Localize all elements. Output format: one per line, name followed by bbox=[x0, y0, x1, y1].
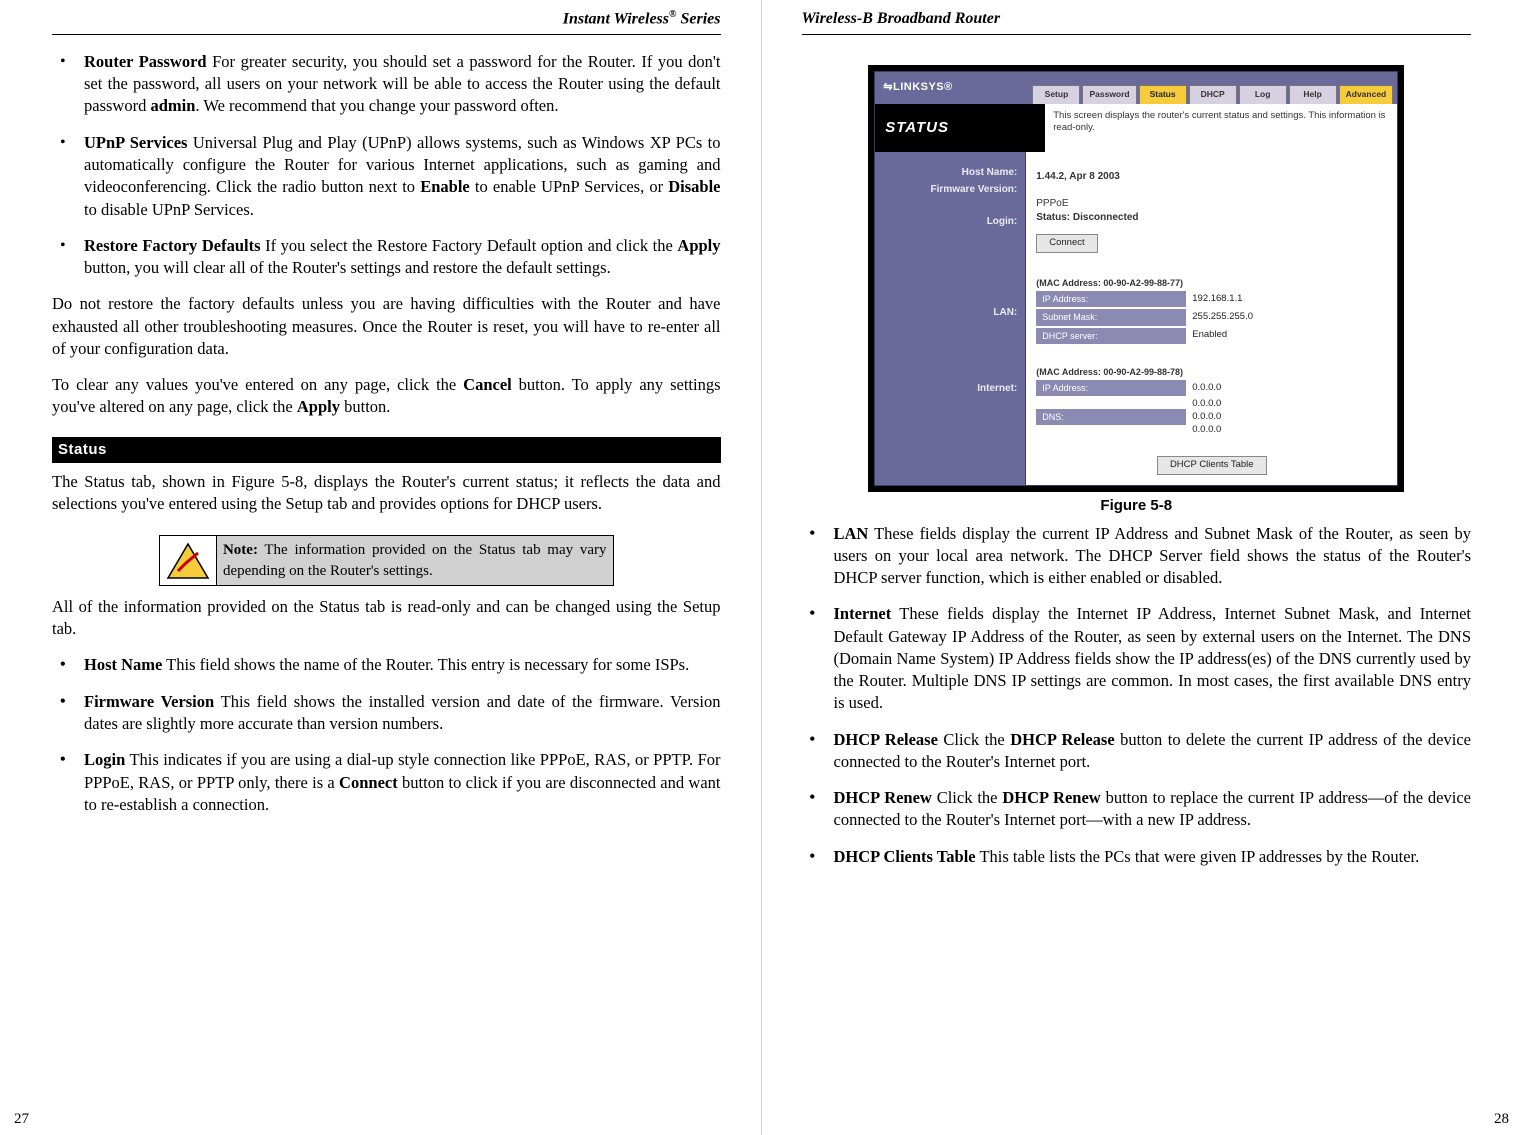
lan-mac: (MAC Address: 00-90-A2-99-88-77) bbox=[1036, 277, 1387, 289]
page-left: Instant Wireless® Series Router Password… bbox=[0, 0, 762, 1135]
page-number-left: 27 bbox=[14, 1109, 29, 1129]
wan-ip-label: IP Address: bbox=[1036, 380, 1186, 396]
bullet-list-1: Router Password For greater security, yo… bbox=[52, 51, 721, 279]
router-desc: This screen displays the router's curren… bbox=[1045, 104, 1397, 152]
bullet-host-name: Host Name This field shows the name of t… bbox=[52, 654, 721, 676]
page-number-right: 28 bbox=[1494, 1109, 1509, 1129]
dhcp-clients-button[interactable]: DHCP Clients Table bbox=[1157, 456, 1267, 475]
figure-caption: Figure 5-8 bbox=[802, 496, 1472, 516]
para-restore-warning: Do not restore the factory defaults unle… bbox=[52, 293, 721, 360]
wan-dns2: 0.0.0.0 bbox=[1192, 411, 1221, 424]
router-tabs: Setup Password Status DHCP Log Help Adva… bbox=[1032, 72, 1397, 104]
lan-sm-label: Subnet Mask: bbox=[1036, 309, 1186, 325]
page-right: Wireless-B Broadband Router ⇋ LINKSYS® S… bbox=[762, 0, 1523, 1135]
router-side-title: STATUS bbox=[875, 104, 1045, 152]
router-screenshot: ⇋ LINKSYS® Setup Password Status DHCP Lo… bbox=[868, 65, 1404, 493]
tab-setup[interactable]: Setup bbox=[1032, 85, 1080, 103]
bullet-list-2: Host Name This field shows the name of t… bbox=[52, 654, 721, 816]
wan-dns-label: DNS: bbox=[1036, 409, 1186, 425]
para-status-intro: The Status tab, shown in Figure 5-8, dis… bbox=[52, 471, 721, 516]
tab-advanced[interactable]: Advanced bbox=[1339, 85, 1394, 103]
header-rule-right bbox=[802, 34, 1472, 35]
para-readonly: All of the information provided on the S… bbox=[52, 596, 721, 641]
bullet-dhcp-clients: DHCP Clients Table This table lists the … bbox=[802, 846, 1472, 868]
wan-mac: (MAC Address: 00-90-A2-99-88-78) bbox=[1036, 366, 1387, 378]
bullet-restore: Restore Factory Defaults If you select t… bbox=[52, 235, 721, 280]
note-text: Note: The information provided on the St… bbox=[217, 536, 613, 585]
para-cancel-apply: To clear any values you've entered on an… bbox=[52, 374, 721, 419]
tab-password[interactable]: Password bbox=[1082, 85, 1136, 103]
val-fw: 1.44.2, Apr 8 2003 bbox=[1036, 170, 1387, 184]
tab-dhcp[interactable]: DHCP bbox=[1189, 85, 1237, 103]
wan-dns1: 0.0.0.0 bbox=[1192, 398, 1221, 411]
tab-status[interactable]: Status bbox=[1139, 85, 1187, 103]
header-left: Instant Wireless® Series bbox=[52, 8, 721, 32]
bullet-lan: LAN These fields display the current IP … bbox=[802, 523, 1472, 590]
section-bar-status: Status bbox=[52, 437, 721, 463]
val-login-type: PPPoE bbox=[1036, 197, 1387, 211]
bullet-list-right: LAN These fields display the current IP … bbox=[802, 523, 1472, 868]
bullet-router-password: Router Password For greater security, yo… bbox=[52, 51, 721, 118]
lbl-internet: Internet: bbox=[875, 380, 1017, 398]
lbl-host: Host Name: bbox=[875, 164, 1017, 182]
header-right: Wireless-B Broadband Router bbox=[802, 8, 1472, 32]
lan-ip-label: IP Address: bbox=[1036, 291, 1186, 307]
bullet-login: Login This indicates if you are using a … bbox=[52, 749, 721, 816]
wan-dns3: 0.0.0.0 bbox=[1192, 424, 1221, 437]
tab-log[interactable]: Log bbox=[1239, 85, 1287, 103]
bullet-upnp: UPnP Services Universal Plug and Play (U… bbox=[52, 132, 721, 221]
lan-sm-val: 255.255.255.0 bbox=[1192, 311, 1253, 324]
bullet-dhcp-release: DHCP Release Click the DHCP Release butt… bbox=[802, 729, 1472, 774]
bullet-internet: Internet These fields display the Intern… bbox=[802, 603, 1472, 714]
lan-ip-val: 192.168.1.1 bbox=[1192, 293, 1242, 306]
lan-dhcp-label: DHCP server: bbox=[1036, 328, 1186, 344]
header-rule bbox=[52, 34, 721, 35]
warning-icon bbox=[160, 536, 217, 585]
val-login-status: Status: Disconnected bbox=[1036, 211, 1387, 225]
lan-dhcp-val: Enabled bbox=[1192, 329, 1227, 342]
connect-button[interactable]: Connect bbox=[1036, 234, 1097, 253]
lbl-login: Login: bbox=[875, 213, 1017, 231]
note-box: Note: The information provided on the St… bbox=[159, 535, 614, 586]
lbl-fw: Firmware Version: bbox=[875, 181, 1017, 199]
bullet-dhcp-renew: DHCP Renew Click the DHCP Renew button t… bbox=[802, 787, 1472, 832]
router-logo: ⇋ LINKSYS® bbox=[875, 72, 1032, 104]
lbl-lan: LAN: bbox=[875, 304, 1017, 322]
tab-help[interactable]: Help bbox=[1289, 85, 1337, 103]
wan-ip-val: 0.0.0.0 bbox=[1192, 382, 1221, 395]
bullet-firmware: Firmware Version This field shows the in… bbox=[52, 691, 721, 736]
